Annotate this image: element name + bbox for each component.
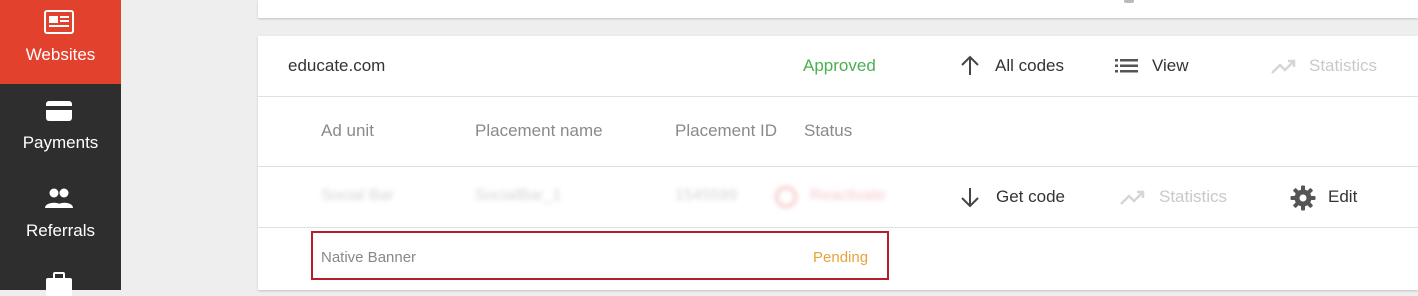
placement-id-cell: 1545599: [675, 187, 738, 204]
statistics-button[interactable]: Statistics: [1271, 54, 1401, 78]
list-icon: [1115, 59, 1138, 73]
statistics-button[interactable]: Statistics: [1120, 185, 1250, 209]
status-cell: Reactivate: [810, 187, 886, 204]
sidebar-item-payments[interactable]: Payments: [0, 84, 121, 171]
trending-up-icon: [1271, 59, 1296, 74]
ad-unit-cell: Social Bar: [321, 187, 394, 204]
arrow-down-icon: [961, 188, 979, 208]
statistics-label: Statistics: [1309, 56, 1378, 75]
sidebar-item-websites[interactable]: Websites: [0, 0, 121, 84]
edit-button[interactable]: Edit: [1290, 185, 1370, 211]
status-badge: Approved: [803, 56, 876, 75]
spinner-icon: [775, 186, 797, 208]
get-code-label: Get code: [996, 187, 1065, 206]
payment-card-icon: [46, 101, 72, 121]
table-header: Ad unit Placement name Placement ID Stat…: [258, 97, 1418, 167]
column-header-status: Status: [804, 121, 853, 140]
website-row: educate.com Approved All codes View Stat…: [258, 36, 1418, 97]
sidebar-item-label: Referrals: [26, 221, 95, 240]
website-card-previous: [258, 0, 1418, 18]
column-header-ad-unit: Ad unit: [321, 121, 374, 140]
view-label: View: [1152, 56, 1189, 75]
sidebar-item-referrals[interactable]: Referrals: [0, 171, 121, 258]
column-header-placement-id: Placement ID: [675, 121, 778, 140]
site-name: educate.com: [288, 56, 386, 75]
edit-label: Edit: [1328, 187, 1358, 206]
statistics-label: Statistics: [1159, 187, 1228, 206]
sidebar: Websites Payments Referrals: [0, 0, 121, 296]
table-row: Native Banner Pending: [258, 228, 1418, 290]
sidebar-item-label: Websites: [25, 45, 96, 64]
arrow-up-icon: [961, 55, 979, 75]
briefcase-icon: [46, 272, 72, 296]
sidebar-item-briefcase[interactable]: [0, 258, 121, 296]
view-button[interactable]: View: [1115, 54, 1205, 78]
people-icon: [45, 188, 73, 208]
websites-icon: [44, 10, 74, 34]
blurred-row-content: Social Bar SocialBar_1 1545599 Reactivat…: [288, 167, 920, 227]
placement-name-cell: SocialBar_1: [475, 187, 562, 204]
all-codes-label: All codes: [995, 56, 1064, 75]
trending-up-icon: [1120, 190, 1145, 205]
status-badge: Pending: [813, 249, 869, 266]
sidebar-item-label: Payments: [22, 133, 99, 152]
website-card: educate.com Approved All codes View Stat…: [258, 36, 1418, 290]
column-header-placement-name: Placement name: [475, 121, 603, 140]
ad-unit-cell: Native Banner: [321, 249, 417, 266]
get-code-button[interactable]: Get code: [958, 185, 1078, 209]
table-row: Social Bar SocialBar_1 1545599 Reactivat…: [258, 167, 1418, 228]
all-codes-button[interactable]: All codes: [958, 54, 1078, 78]
gear-icon: [1290, 185, 1316, 211]
